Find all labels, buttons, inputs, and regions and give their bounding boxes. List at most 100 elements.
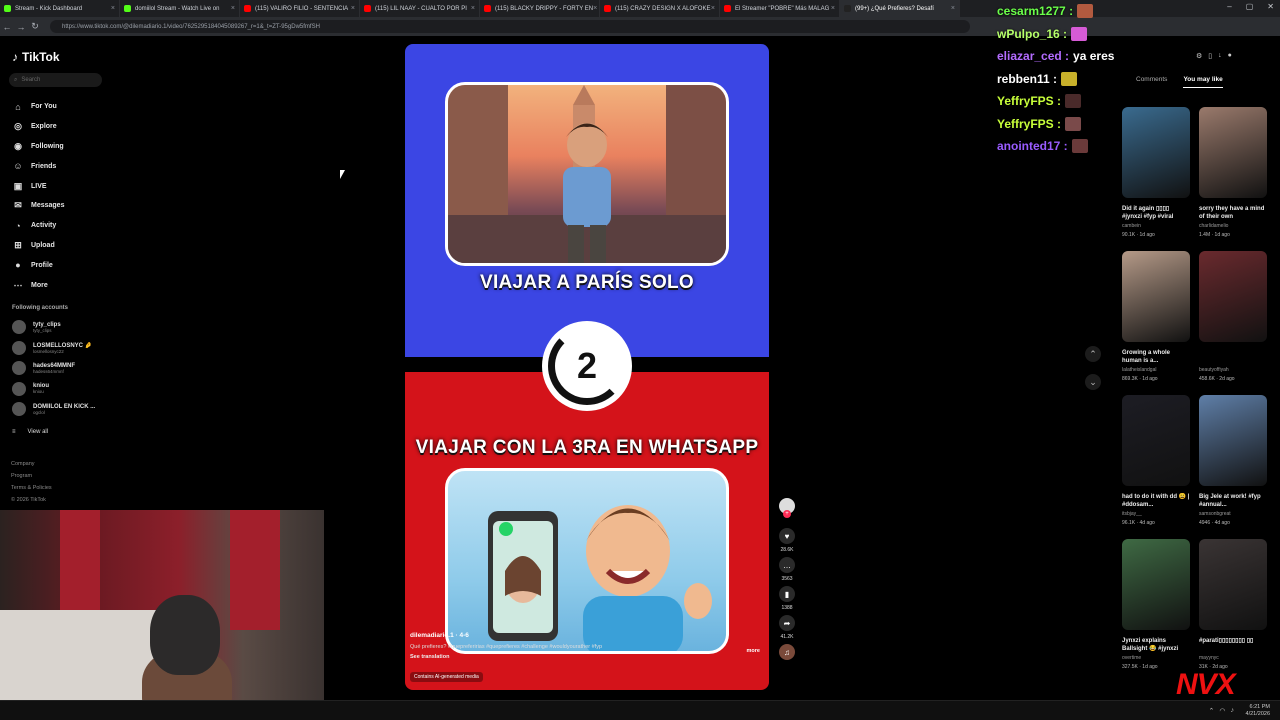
recommended-video-card[interactable]: Did it again ▯▯▯▯ #jynxzi #fyp #viral cam… bbox=[1122, 107, 1190, 238]
video-author[interactable]: samsonbgreat bbox=[1199, 511, 1267, 517]
search-input[interactable]: ⌕ Search bbox=[9, 73, 102, 87]
tab-close-icon[interactable]: × bbox=[351, 5, 355, 12]
tab-close-icon[interactable]: × bbox=[593, 5, 597, 12]
browser-tab[interactable]: El Streamer "POBRE" Más MALAG × bbox=[720, 0, 840, 17]
recommended-video-card[interactable]: sorry they have a mind of their own charl… bbox=[1199, 107, 1267, 238]
music-disc-button[interactable]: ♫ bbox=[776, 644, 798, 660]
following-account[interactable]: kniou kniou bbox=[12, 381, 122, 396]
bookmark-button[interactable]: ▮ 1388 bbox=[776, 586, 798, 611]
footer-link[interactable]: Company bbox=[11, 458, 52, 470]
browser-tab[interactable]: (115) LIL NAAY - CUALTO POR PI × bbox=[360, 0, 480, 17]
phone-icon[interactable]: ▯ bbox=[1208, 52, 1212, 60]
next-video-icon[interactable]: ⌄ bbox=[1085, 374, 1101, 390]
browser-tab[interactable]: (99+) ¿Qué Prefieres? Desafí × bbox=[840, 0, 960, 17]
video-thumbnail[interactable] bbox=[1122, 539, 1190, 630]
tab-close-icon[interactable]: × bbox=[831, 5, 835, 12]
video-author[interactable]: lalatheislandgal bbox=[1122, 367, 1190, 373]
sidebar-item-explore[interactable]: ◎ Explore bbox=[12, 117, 112, 137]
minimize-icon[interactable]: – bbox=[1227, 2, 1231, 11]
video-thumbnail[interactable] bbox=[1199, 251, 1267, 342]
video-username[interactable]: dilemadiario.1 · 4-6 bbox=[410, 632, 764, 639]
video-author[interactable]: mayynyc bbox=[1199, 655, 1267, 661]
video-thumbnail[interactable] bbox=[1199, 107, 1267, 198]
following-account[interactable]: hades64MMNF hadess64mmnf bbox=[12, 361, 122, 375]
video-author[interactable]: beautyoffiyah bbox=[1199, 367, 1267, 373]
chat-username[interactable]: eliazar_ced : bbox=[997, 49, 1069, 63]
sidebar-item-following[interactable]: ◉ Following bbox=[12, 137, 112, 157]
following-account[interactable]: DOMIILOL EN KICK ... ogclol bbox=[12, 402, 122, 416]
tab-you-may-like[interactable]: You may like bbox=[1183, 76, 1223, 88]
tab-close-icon[interactable]: × bbox=[951, 5, 955, 12]
footer-link[interactable]: Program bbox=[11, 470, 52, 482]
video-author[interactable]: charlidamelio bbox=[1199, 223, 1267, 229]
video-meta: 90.1K · 1d ago bbox=[1122, 232, 1155, 238]
chat-username[interactable]: anointed17 : bbox=[997, 139, 1068, 153]
tab-close-icon[interactable]: × bbox=[711, 5, 715, 12]
recommended-video-card[interactable]: Jynxzi explains Ballsight 😂 #jynxzi overt… bbox=[1122, 539, 1190, 670]
account-avatar[interactable]: ● bbox=[1228, 52, 1232, 60]
sidebar-item-messages[interactable]: ✉ Messages bbox=[12, 196, 112, 216]
back-icon[interactable]: ← bbox=[0, 22, 14, 32]
sidebar-item-more[interactable]: ⋯ More bbox=[12, 275, 112, 295]
chevron-up-icon[interactable]: ⌃ bbox=[1209, 707, 1215, 715]
wifi-icon[interactable]: ◠ bbox=[1219, 707, 1225, 715]
recommended-video-card[interactable]: Growing a whole human is a... lalatheisla… bbox=[1122, 251, 1190, 382]
footer-link[interactable]: Terms & Policies bbox=[11, 482, 52, 494]
browser-tab[interactable]: domiilol Stream - Watch Live on × bbox=[120, 0, 240, 17]
browser-tab[interactable]: (115) BLACKY DRIPPY - FORTY EN × bbox=[480, 0, 600, 17]
comment-button[interactable]: … 3563 bbox=[776, 557, 798, 582]
more-link[interactable]: more bbox=[747, 648, 760, 654]
chat-username[interactable]: rebben11 : bbox=[997, 72, 1057, 86]
heart-button[interactable]: ♥ 28.6K bbox=[776, 528, 798, 553]
tab-close-icon[interactable]: × bbox=[471, 5, 475, 12]
following-account[interactable]: tyty_clips tyty_clips bbox=[12, 320, 122, 334]
video-thumbnail[interactable] bbox=[1199, 395, 1267, 486]
sidebar-item-upload[interactable]: ⊞ Upload bbox=[12, 236, 112, 256]
close-icon[interactable]: ✕ bbox=[1267, 2, 1274, 11]
chat-username[interactable]: wPulpo_16 : bbox=[997, 27, 1067, 41]
tab-close-icon[interactable]: × bbox=[231, 5, 235, 12]
volume-icon[interactable]: ♪ bbox=[1231, 707, 1235, 715]
video-thumbnail[interactable] bbox=[1122, 251, 1190, 342]
follow-plus-icon[interactable]: + bbox=[783, 510, 791, 518]
chat-username[interactable]: cesarm1277 : bbox=[997, 4, 1073, 18]
video-author[interactable]: itsbjay__ bbox=[1122, 511, 1190, 517]
settings-icon[interactable]: ⚙ bbox=[1196, 52, 1202, 60]
chat-username[interactable]: YeffryFPS : bbox=[997, 117, 1061, 131]
view-all-link[interactable]: ≡ View all bbox=[12, 429, 48, 435]
chat-username[interactable]: YeffryFPS : bbox=[997, 94, 1061, 108]
creator-avatar-button[interactable]: + bbox=[776, 498, 798, 518]
following-account[interactable]: LOSMELLOSNYC 🤌 losmellosnyc22 bbox=[12, 340, 122, 355]
video-player[interactable]: VIAJAR A PARÍS SOLO 2 VIAJAR CON LA 3RA … bbox=[405, 44, 769, 690]
download-icon[interactable]: ↓ bbox=[1218, 52, 1222, 60]
sidebar-item-activity[interactable]: ◔ Activity bbox=[12, 216, 112, 236]
sidebar-item-live[interactable]: ▣ LIVE bbox=[12, 176, 112, 196]
recommended-video-card[interactable]: Big Jele at work! #fyp #annual... samsonb… bbox=[1199, 395, 1267, 526]
tiktok-logo[interactable]: ♪ TikTok bbox=[12, 50, 60, 64]
url-field[interactable]: https://www.tiktok.com/@dilemadiario.1/v… bbox=[50, 20, 970, 33]
video-thumbnail[interactable] bbox=[1122, 107, 1190, 198]
maximize-icon[interactable]: ▢ bbox=[1246, 2, 1254, 11]
reload-icon[interactable]: ↻ bbox=[28, 21, 42, 32]
tab-comments[interactable]: Comments bbox=[1136, 76, 1167, 88]
recommended-video-card[interactable]: #parati▯▯▯▯▯▯▯▯ ▯▯ mayynyc 31K · 2d ago bbox=[1199, 539, 1267, 670]
video-thumbnail[interactable] bbox=[1122, 395, 1190, 486]
browser-tab[interactable]: (115) CRAZY DESIGN X ALOFOKE × bbox=[600, 0, 720, 17]
video-thumbnail[interactable] bbox=[1199, 539, 1267, 630]
recommended-video-card[interactable]: had to do it with dd 😩 | #ddosam... itsbj… bbox=[1122, 395, 1190, 526]
share-button[interactable]: ➦ 41.2K bbox=[776, 615, 798, 640]
clock[interactable]: 6:21 PM 4/21/2026 bbox=[1246, 704, 1270, 718]
video-author[interactable]: overtime bbox=[1122, 655, 1190, 661]
see-translation-link[interactable]: See translation bbox=[410, 654, 764, 660]
browser-tab[interactable]: Stream - Kick Dashboard × bbox=[0, 0, 120, 17]
tab-close-icon[interactable]: × bbox=[111, 5, 115, 12]
previous-video-icon[interactable]: ⌃ bbox=[1085, 346, 1101, 362]
forward-icon[interactable]: → bbox=[14, 22, 28, 32]
sidebar-item-friends[interactable]: ☺ Friends bbox=[12, 156, 112, 176]
option-b-headline: VIAJAR CON LA 3RA EN WHATSAPP bbox=[415, 437, 759, 458]
sidebar-item-profile[interactable]: ● Profile bbox=[12, 255, 112, 275]
sidebar-item-for-you[interactable]: ⌂ For You bbox=[12, 97, 112, 117]
recommended-video-card[interactable]: beautyoffiyah 458.6K · 2d ago bbox=[1199, 251, 1267, 382]
video-author[interactable]: cambein bbox=[1122, 223, 1190, 229]
browser-tab[interactable]: (115) VALIRO FILIO - SENTENCIA × bbox=[240, 0, 360, 17]
